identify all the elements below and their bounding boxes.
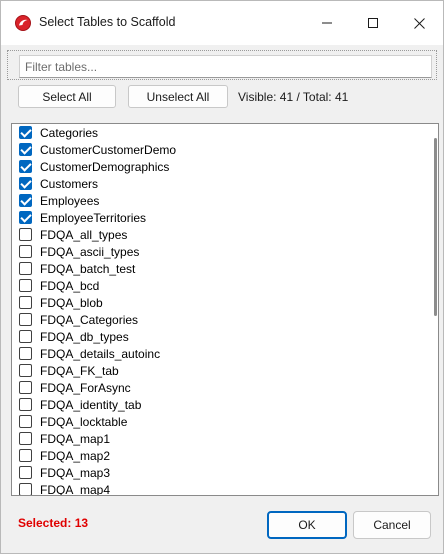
checkbox-icon[interactable]	[19, 296, 32, 309]
tables-checklist-items: Categories CustomerCustomerDemo CustomerDe…	[12, 124, 426, 496]
checkbox-icon[interactable]	[19, 347, 32, 360]
list-item[interactable]: FDQA_all_types	[12, 226, 426, 243]
checkbox-icon[interactable]	[19, 398, 32, 411]
app-logo-icon	[15, 15, 31, 31]
list-item-label: EmployeeTerritories	[40, 210, 147, 225]
list-item-label: FDQA_db_types	[40, 329, 129, 344]
list-item[interactable]: EmployeeTerritories	[12, 209, 426, 226]
list-item[interactable]: FDQA_map2	[12, 447, 426, 464]
window-title: Select Tables to Scaffold	[39, 15, 176, 29]
dialog-window: Select Tables to Scaffold Select All Uns…	[0, 0, 444, 554]
checkbox-icon[interactable]	[19, 364, 32, 377]
checkbox-icon[interactable]	[19, 211, 32, 224]
select-all-button[interactable]: Select All	[18, 85, 116, 108]
close-button[interactable]	[396, 1, 442, 45]
close-icon	[413, 17, 425, 29]
list-item-label: CustomerCustomerDemo	[40, 142, 177, 157]
list-item[interactable]: FDQA_Categories	[12, 311, 426, 328]
cancel-button[interactable]: Cancel	[353, 511, 431, 539]
list-item[interactable]: FDQA_map3	[12, 464, 426, 481]
dialog-body: Select All Unselect All Visible: 41 / To…	[1, 45, 443, 553]
checkbox-icon[interactable]	[19, 381, 32, 394]
list-item[interactable]: FDQA_map4	[12, 481, 426, 496]
list-item[interactable]: FDQA_blob	[12, 294, 426, 311]
visible-total-count: Visible: 41 / Total: 41	[238, 90, 349, 104]
maximize-icon	[368, 18, 378, 28]
minimize-icon	[322, 18, 332, 28]
unselect-all-button[interactable]: Unselect All	[128, 85, 228, 108]
checkbox-icon[interactable]	[19, 143, 32, 156]
minimize-button[interactable]	[304, 1, 350, 45]
list-item-label: FDQA_ascii_types	[40, 244, 140, 259]
filter-tables-input[interactable]	[19, 55, 432, 78]
checkbox-icon[interactable]	[19, 466, 32, 479]
list-item[interactable]: FDQA_db_types	[12, 328, 426, 345]
list-item-label: FDQA_identity_tab	[40, 397, 142, 412]
checkbox-icon[interactable]	[19, 279, 32, 292]
list-scrollbar[interactable]	[434, 138, 437, 316]
list-item[interactable]: Categories	[12, 124, 426, 141]
list-item-label: FDQA_map4	[40, 482, 111, 496]
list-item[interactable]: FDQA_FK_tab	[12, 362, 426, 379]
list-item[interactable]: Employees	[12, 192, 426, 209]
list-item[interactable]: FDQA_ascii_types	[12, 243, 426, 260]
list-item-label: FDQA_map1	[40, 431, 111, 446]
checkbox-icon[interactable]	[19, 415, 32, 428]
list-item[interactable]: Customers	[12, 175, 426, 192]
list-item-label: FDQA_ForAsync	[40, 380, 131, 395]
list-item[interactable]: FDQA_map1	[12, 430, 426, 447]
list-item-label: FDQA_map2	[40, 448, 111, 463]
list-item-label: Categories	[40, 125, 99, 140]
list-item-label: FDQA_map3	[40, 465, 111, 480]
checkbox-icon[interactable]	[19, 330, 32, 343]
checkbox-icon[interactable]	[19, 432, 32, 445]
list-item-label: FDQA_Categories	[40, 312, 139, 327]
checkbox-icon[interactable]	[19, 160, 32, 173]
checkbox-icon[interactable]	[19, 483, 32, 495]
list-item-label: FDQA_FK_tab	[40, 363, 119, 378]
list-item-label: Customers	[40, 176, 99, 191]
checkbox-icon[interactable]	[19, 194, 32, 207]
checkbox-icon[interactable]	[19, 449, 32, 462]
ok-button[interactable]: OK	[267, 511, 347, 539]
list-item[interactable]: FDQA_bcd	[12, 277, 426, 294]
list-item-label: FDQA_blob	[40, 295, 103, 310]
list-item[interactable]: FDQA_details_autoinc	[12, 345, 426, 362]
list-item-label: FDQA_all_types	[40, 227, 128, 242]
checkbox-icon[interactable]	[19, 177, 32, 190]
list-item-label: FDQA_locktable	[40, 414, 128, 429]
maximize-button[interactable]	[350, 1, 396, 45]
filter-panel	[7, 50, 437, 80]
list-item-label: FDQA_bcd	[40, 278, 100, 293]
selected-count: Selected: 13	[18, 516, 89, 530]
list-item-label: CustomerDemographics	[40, 159, 170, 174]
checkbox-icon[interactable]	[19, 126, 32, 139]
title-bar[interactable]: Select Tables to Scaffold	[1, 1, 443, 45]
list-item[interactable]: FDQA_batch_test	[12, 260, 426, 277]
checkbox-icon[interactable]	[19, 228, 32, 241]
list-item-label: FDQA_details_autoinc	[40, 346, 161, 361]
tables-checklist[interactable]: Categories CustomerCustomerDemo CustomerDe…	[11, 123, 439, 496]
list-item-label: Employees	[40, 193, 100, 208]
list-item[interactable]: FDQA_identity_tab	[12, 396, 426, 413]
checkbox-icon[interactable]	[19, 313, 32, 326]
list-item[interactable]: FDQA_locktable	[12, 413, 426, 430]
list-item-label: FDQA_batch_test	[40, 261, 136, 276]
list-item[interactable]: CustomerDemographics	[12, 158, 426, 175]
checkbox-icon[interactable]	[19, 245, 32, 258]
list-item[interactable]: CustomerCustomerDemo	[12, 141, 426, 158]
checkbox-icon[interactable]	[19, 262, 32, 275]
list-item[interactable]: FDQA_ForAsync	[12, 379, 426, 396]
